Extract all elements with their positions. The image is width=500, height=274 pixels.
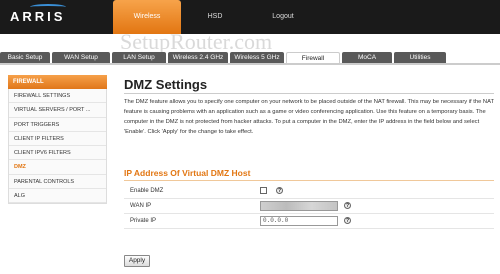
enable-dmz-label: Enable DMZ [130, 188, 164, 194]
section-title: IP Address Of Virtual DMZ Host [124, 168, 251, 178]
arris-logo: ARRIS [10, 9, 66, 24]
help-icon[interactable]: ? [344, 217, 351, 224]
sidebar-item-port-triggers[interactable]: PORT TRIGGERS [9, 118, 106, 132]
page-title: DMZ Settings [124, 77, 208, 92]
sidebar-item-dmz[interactable]: DMZ [9, 160, 106, 175]
enable-dmz-checkbox[interactable] [260, 187, 267, 194]
sidebar-heading: FIREWALL [8, 75, 107, 89]
apply-button[interactable]: Apply [124, 255, 150, 267]
section-divider [124, 180, 494, 181]
sidebar-item-client-ip-filters[interactable]: CLIENT IP FILTERS [9, 132, 106, 147]
sub-nav-divider [0, 63, 500, 65]
wan-ip-row: WAN IP ? [124, 199, 494, 214]
private-ip-label: Private IP [130, 218, 157, 224]
private-ip-input[interactable]: 0.0.0.0 [260, 216, 338, 226]
sidebar-item-firewall-settings[interactable]: FIREWALL SETTINGS [9, 89, 106, 104]
dmz-form: Enable DMZ ? WAN IP ? Private IP 0.0.0.0… [124, 184, 494, 229]
help-icon[interactable]: ? [276, 187, 283, 194]
sidebar-item-client-ipv6-filters[interactable]: CLIENT IPV6 FILTERS [9, 146, 106, 161]
sidebar-item-alg[interactable]: ALG [9, 189, 106, 204]
private-ip-row: Private IP 0.0.0.0 ? [124, 214, 494, 229]
sidebar-item-virtual-servers[interactable]: VIRTUAL SERVERS / PORT ... [9, 103, 106, 118]
sidebar-item-parental-controls[interactable]: PARENTAL CONTROLS [9, 175, 106, 190]
page-description: The DMZ feature allows you to specify on… [124, 99, 494, 135]
title-divider [124, 93, 494, 94]
wan-ip-field [260, 201, 338, 211]
enable-dmz-row: Enable DMZ ? [124, 184, 494, 199]
wan-ip-label: WAN IP [130, 203, 152, 209]
sidebar-list: FIREWALL SETTINGS VIRTUAL SERVERS / PORT… [8, 89, 107, 205]
help-icon[interactable]: ? [344, 202, 351, 209]
sidebar: FIREWALL FIREWALL SETTINGS VIRTUAL SERVE… [8, 75, 107, 205]
